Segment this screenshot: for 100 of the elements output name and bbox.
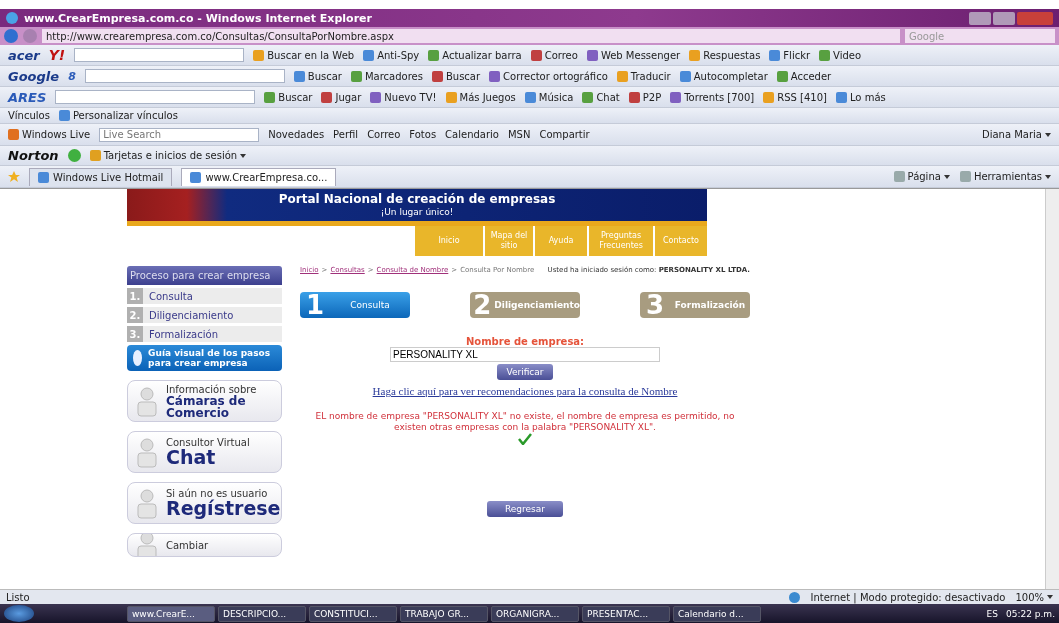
- toolbar-button[interactable]: P2P: [628, 91, 662, 103]
- sidebar-step[interactable]: 1. Consulta: [127, 288, 282, 304]
- toolbar-button[interactable]: Nuevo TV!: [370, 91, 437, 103]
- card-caption: Cambiar: [166, 539, 209, 551]
- person-icon: [134, 436, 160, 468]
- forward-button[interactable]: [23, 29, 37, 43]
- toolbar-button[interactable]: Correo: [530, 49, 578, 61]
- clock[interactable]: 05:22 p.m.: [1006, 608, 1055, 619]
- toolbar-logo: 8: [68, 69, 76, 83]
- toolbar-button[interactable]: Acceder: [776, 70, 832, 82]
- toolbar-button[interactable]: Compartir: [539, 129, 590, 140]
- star-icon[interactable]: [8, 170, 20, 183]
- taskbar-button[interactable]: DESCRIPCIO...: [218, 605, 306, 622]
- toolbar-button[interactable]: Marcadores: [350, 70, 423, 82]
- toolbar-button[interactable]: MSN: [507, 129, 531, 140]
- browser-tab[interactable]: Windows Live Hotmail: [29, 167, 173, 186]
- toolbar-button[interactable]: Traducir: [616, 70, 671, 82]
- toolbar-button[interactable]: Más Juegos: [445, 91, 516, 103]
- toolbar-button[interactable]: Tarjetas e inicios de sesión: [89, 150, 247, 161]
- toolbar-search-field[interactable]: [84, 69, 285, 83]
- toolbar-button[interactable]: RSS [410]: [763, 91, 827, 103]
- back-button[interactable]: Regresar: [487, 501, 563, 517]
- taskbar-button[interactable]: PRESENTAC...: [582, 605, 670, 622]
- toolbar-button[interactable]: Autocompletar: [679, 70, 768, 82]
- language-indicator[interactable]: ES: [986, 608, 998, 619]
- toolbar-button[interactable]: Página: [893, 171, 950, 182]
- toolbar-logo: ARES: [8, 89, 47, 105]
- toolbar-button[interactable]: Anti-Spy: [363, 49, 420, 61]
- toolbar-button[interactable]: Web Messenger: [586, 49, 681, 61]
- toolbar-logo: Google: [8, 68, 60, 84]
- start-button[interactable]: [4, 605, 34, 622]
- toolbar-button[interactable]: Buscar: [293, 70, 342, 82]
- caret-icon: [943, 174, 950, 179]
- browser-tab[interactable]: www.CrearEmpresa.co...: [181, 167, 337, 186]
- sidebar-title: Proceso para crear empresa: [127, 266, 282, 285]
- minimize-button[interactable]: [969, 11, 991, 25]
- caret-icon: [1047, 595, 1053, 599]
- toolbar-button[interactable]: Música: [524, 91, 574, 103]
- toolbar-button[interactable]: Corrector ortográfico: [489, 70, 608, 82]
- user-menu[interactable]: Diana Maria: [981, 129, 1051, 140]
- globe-icon: [789, 591, 801, 603]
- toolbar-button[interactable]: Calendario: [445, 129, 499, 140]
- zoom-control[interactable]: 100%: [1015, 591, 1053, 603]
- result-message: EL nombre de empresa "PERSONALITY XL" no existe, el nombre de empresa es permitido, no existen otras empresas con la palabra "PERSONALITY XL".: [314, 411, 736, 433]
- sidebar-card[interactable]: Si aún no es usuario Regístrese: [127, 482, 282, 524]
- card-heading: Regístrese: [166, 499, 281, 518]
- toolbar-button[interactable]: Novedades: [268, 129, 325, 140]
- sidebar-card[interactable]: Consultor Virtual Chat: [127, 431, 282, 473]
- toolbar-button[interactable]: Buscar: [431, 70, 481, 82]
- toolbar-button[interactable]: Respuestas: [689, 49, 761, 61]
- address-field[interactable]: http://www.crearempresa.com.co/Consultas/ConsultaPorNombre.aspx: [42, 29, 900, 43]
- toolbar-button[interactable]: Lo más: [835, 91, 886, 103]
- toolbar-button[interactable]: Actualizar barra: [428, 49, 522, 61]
- sidebar-step[interactable]: 2. Diligenciamiento: [127, 307, 282, 323]
- verify-button[interactable]: Verificar: [497, 364, 553, 380]
- toolbar-button[interactable]: Torrents [700]: [670, 91, 755, 103]
- sidebar-card[interactable]: Información sobre Cámaras de Comercio: [127, 380, 282, 422]
- toolbar-button[interactable]: Buscar: [264, 91, 313, 103]
- live-search-field[interactable]: Live Search: [99, 127, 260, 142]
- sidebar-step[interactable]: 3. Formalización: [127, 326, 282, 342]
- help-link[interactable]: Haga clic aquí para ver recomendaciones para la consulta de Nombre: [372, 385, 678, 397]
- toolbar-button[interactable]: Buscar en la Web: [253, 49, 355, 61]
- card-heading: Cámaras de Comercio: [166, 394, 247, 419]
- toolbar-button[interactable]: Perfil: [333, 129, 359, 140]
- taskbar-button[interactable]: Calendario d...: [673, 605, 761, 622]
- toolbar-logo: Norton: [8, 148, 59, 163]
- back-button[interactable]: [4, 29, 18, 43]
- maximize-button[interactable]: [993, 11, 1015, 25]
- guide-button[interactable]: Guía visual de los pasos para crear empresa: [127, 345, 282, 371]
- links-label: Vínculos: [8, 110, 50, 121]
- taskbar-button[interactable]: CONSTITUCI...: [309, 605, 397, 622]
- status-text: Listo: [6, 591, 30, 603]
- toolbar-logo[interactable]: Windows Live: [8, 129, 91, 140]
- taskbar-button[interactable]: ORGANIGRA...: [491, 605, 579, 622]
- toolbar-button[interactable]: Video: [819, 49, 862, 61]
- toolbar-button[interactable]: Personalizar vínculos: [58, 110, 178, 121]
- process-step[interactable]: 1 Consulta: [300, 292, 410, 318]
- sidebar-card[interactable]: Cambiar: [127, 533, 282, 557]
- toolbar-logo: Y!: [48, 47, 66, 63]
- toolbar-button[interactable]: Chat: [582, 91, 620, 103]
- toolbar-button[interactable]: Correo: [367, 129, 401, 140]
- field-label: Nombre de empresa:: [465, 336, 585, 347]
- person-icon: [134, 385, 160, 417]
- toolbar-button[interactable]: Jugar: [321, 91, 362, 103]
- toolbar-search-field[interactable]: [74, 48, 245, 62]
- scrollbar[interactable]: [1045, 189, 1059, 589]
- toolbar-button[interactable]: Fotos: [409, 129, 437, 140]
- banner-title: Portal Nacional de creación de empresas: [278, 193, 556, 206]
- toolbar-search-field[interactable]: [55, 90, 256, 104]
- company-name-input[interactable]: PERSONALITY XL: [390, 347, 660, 362]
- card-caption: Si aún no es usuario: [166, 488, 269, 499]
- toolbar-button[interactable]: Herramientas: [959, 171, 1051, 182]
- close-button[interactable]: [1017, 11, 1053, 25]
- person-icon: [134, 487, 160, 519]
- taskbar-button[interactable]: TRABAJO GR...: [400, 605, 488, 622]
- toolbar-button[interactable]: Flickr: [769, 49, 811, 61]
- taskbar-button[interactable]: www.CrearE...: [127, 605, 215, 622]
- card-heading: Chat: [166, 448, 217, 467]
- caret-icon: [240, 153, 247, 158]
- banner-subtitle: ¡Un lugar único!: [380, 207, 454, 217]
